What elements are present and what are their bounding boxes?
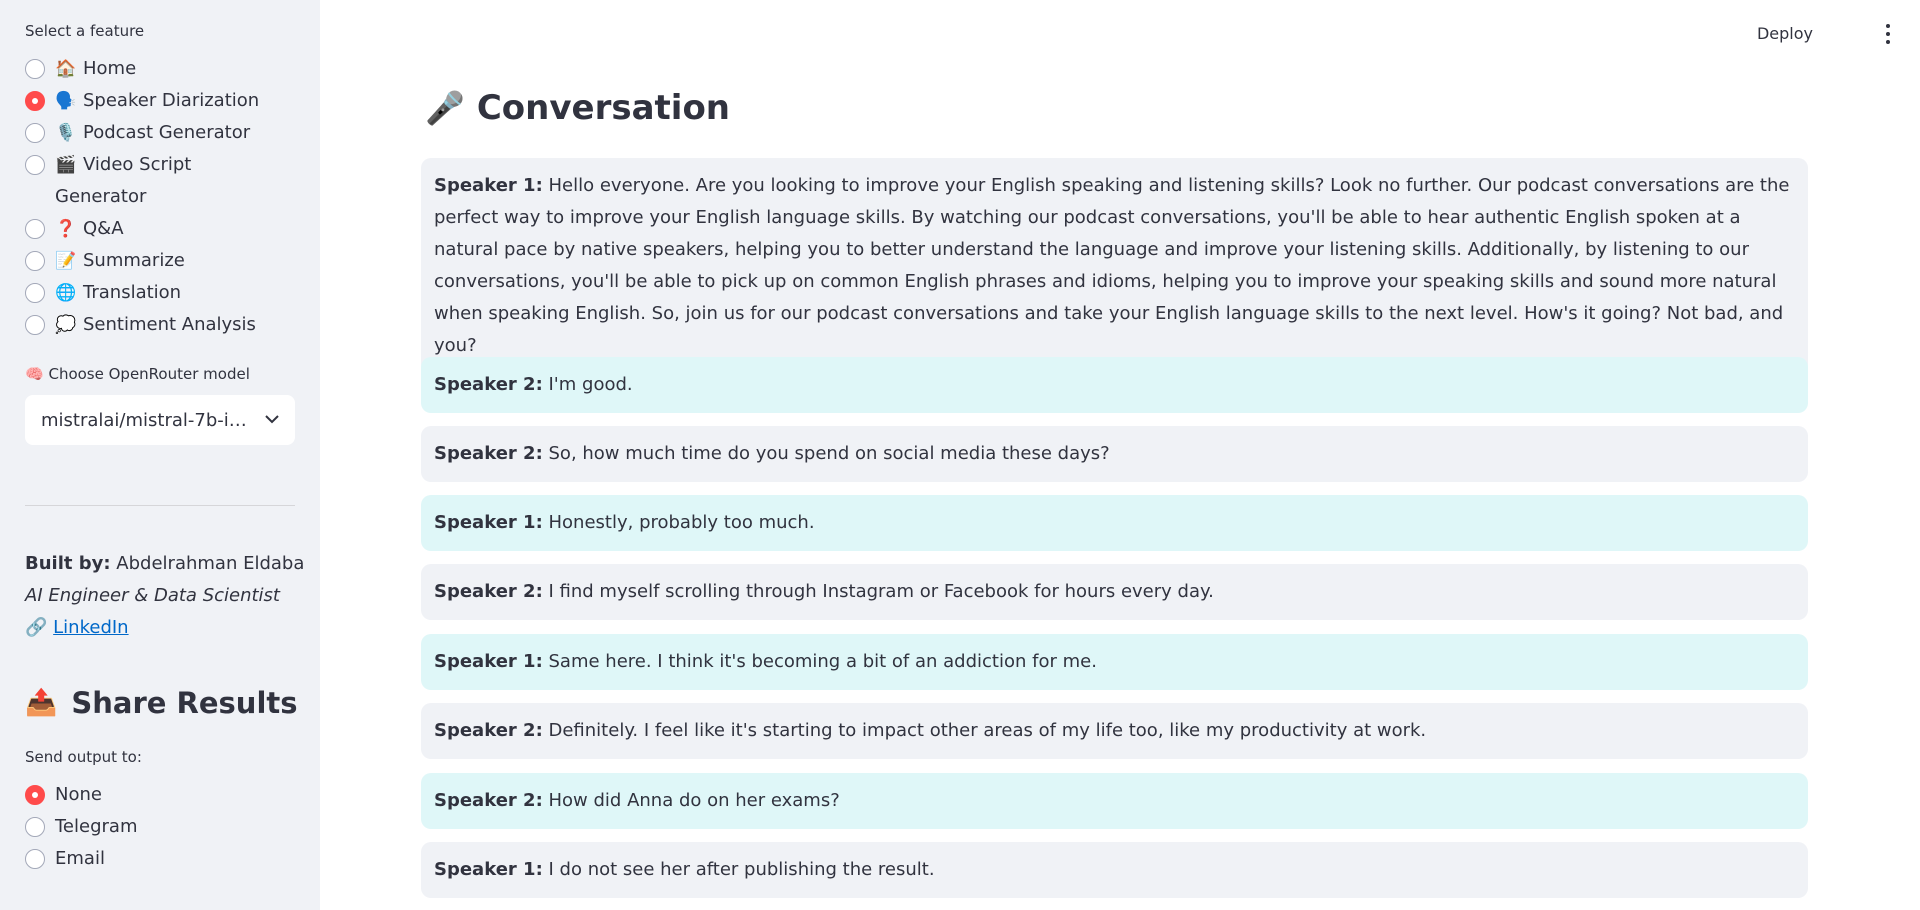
outbox-tray-icon: 📤 [25, 688, 58, 718]
feature-option-video-script-generator[interactable]: 🎬 Video Script Generator [25, 149, 225, 213]
microphone-icon: 🎙️ [55, 123, 77, 143]
feature-option-speaker-diarization[interactable]: 🗣️ Speaker Diarization [25, 85, 259, 117]
deploy-button[interactable]: Deploy [1757, 24, 1813, 43]
speaking-head-icon: 🗣️ [55, 91, 77, 111]
speaker-label: Speaker 1: [434, 859, 543, 880]
page-title: 🎤 Conversation [425, 88, 730, 128]
speaker-label: Speaker 2: [434, 374, 543, 395]
chevron-down-icon [265, 412, 279, 428]
message-text: How did Anna do on her exams? [548, 790, 840, 811]
speaker-label: Speaker 2: [434, 790, 543, 811]
brain-icon: 🧠 [25, 365, 44, 383]
radio-button[interactable] [25, 251, 45, 271]
radio-button[interactable] [25, 283, 45, 303]
sidebar-divider [25, 505, 295, 506]
feature-select-label: Select a feature [25, 22, 145, 40]
model-select[interactable]: mistralai/mistral-7b-i… [25, 395, 295, 445]
share-results-title: Share Results [71, 686, 298, 720]
message-bubble: Speaker 1: Honestly, probably too much. [421, 495, 1808, 551]
radio-button-selected[interactable] [25, 785, 45, 805]
message-bubble: Speaker 2: I'm good. [421, 357, 1808, 413]
feature-option-label: Q&A [83, 218, 124, 239]
message-text: Same here. I think it's becoming a bit o… [548, 651, 1097, 672]
radio-button-selected[interactable] [25, 91, 45, 111]
message-text: I do not see her after publishing the re… [548, 859, 935, 880]
message-bubble: Speaker 2: I find myself scrolling throu… [421, 564, 1808, 620]
radio-button[interactable] [25, 315, 45, 335]
model-select-value: mistralai/mistral-7b-i… [41, 409, 247, 431]
model-select-label: 🧠 Choose OpenRouter model [25, 365, 250, 383]
message-text: I'm good. [548, 374, 633, 395]
message-text: Honestly, probably too much. [548, 512, 815, 533]
message-bubble: Speaker 1: Hello everyone. Are you looki… [421, 158, 1808, 374]
more-menu-icon[interactable] [1878, 22, 1898, 46]
built-by-label: Built by: [25, 553, 111, 574]
send-option-none[interactable]: None [25, 779, 102, 811]
message-bubble: Speaker 2: So, how much time do you spen… [421, 426, 1808, 482]
radio-button[interactable] [25, 59, 45, 79]
send-option-telegram[interactable]: Telegram [25, 811, 137, 843]
clapper-board-icon: 🎬 [55, 155, 77, 175]
feature-option-label: Translation [83, 282, 182, 303]
message-text: So, how much time do you spend on social… [548, 443, 1110, 464]
radio-button[interactable] [25, 123, 45, 143]
question-mark-icon: ❓ [55, 219, 77, 239]
message-text: Definitely. I feel like it's starting to… [548, 720, 1427, 741]
page-title-text: Conversation [476, 88, 731, 128]
message-bubble: Speaker 1: Same here. I think it's becom… [421, 634, 1808, 690]
message-bubble: Speaker 2: Definitely. I feel like it's … [421, 703, 1808, 759]
house-icon: 🏠 [55, 59, 77, 79]
microphone-icon: 🎤 [425, 89, 465, 127]
feature-option-podcast-generator[interactable]: 🎙️ Podcast Generator [25, 117, 250, 149]
send-option-label: Email [55, 848, 105, 869]
author-name: Abdelrahman Eldaba [116, 553, 305, 574]
author-info: Built by: Abdelrahman Eldaba AI Engineer… [25, 548, 304, 644]
feature-option-label: Podcast Generator [83, 122, 251, 143]
speaker-label: Speaker 1: [434, 175, 543, 196]
send-option-email[interactable]: Email [25, 843, 105, 875]
message-bubble: Speaker 1: I do not see her after publis… [421, 842, 1808, 898]
radio-button[interactable] [25, 219, 45, 239]
share-results-heading: 📤 Share Results [25, 686, 298, 720]
message-bubble: Speaker 2: How did Anna do on her exams? [421, 773, 1808, 829]
linkedin-link[interactable]: LinkedIn [53, 617, 128, 638]
send-option-label: None [55, 784, 102, 805]
speaker-label: Speaker 1: [434, 512, 543, 533]
feature-option-summarize[interactable]: 📝 Summarize [25, 245, 185, 277]
radio-button[interactable] [25, 155, 45, 175]
message-text: Hello everyone. Are you looking to impro… [434, 175, 1790, 356]
feature-option-home[interactable]: 🏠 Home [25, 53, 136, 85]
speaker-label: Speaker 2: [434, 720, 543, 741]
feature-option-qa[interactable]: ❓ Q&A [25, 213, 124, 245]
sidebar: Select a feature 🏠 Home 🗣️ Speaker Diariza… [0, 0, 320, 910]
message-text: I find myself scrolling through Instagra… [548, 581, 1214, 602]
radio-button[interactable] [25, 849, 45, 869]
feature-option-translation[interactable]: 🌐 Translation [25, 277, 181, 309]
link-icon: 🔗 [25, 617, 48, 638]
thought-bubble-icon: 💭 [55, 315, 77, 335]
speaker-label: Speaker 2: [434, 581, 543, 602]
author-role: AI Engineer & Data Scientist [25, 585, 280, 606]
speaker-label: Speaker 2: [434, 443, 543, 464]
feature-option-label: Summarize [83, 250, 185, 271]
globe-icon: 🌐 [55, 283, 77, 303]
model-select-label-text: Choose OpenRouter model [48, 365, 250, 383]
feature-option-sentiment-analysis[interactable]: 💭 Sentiment Analysis [25, 309, 256, 341]
feature-option-label: Home [83, 58, 137, 79]
radio-button[interactable] [25, 817, 45, 837]
feature-option-label: Speaker Diarization [83, 90, 260, 111]
memo-icon: 📝 [55, 251, 77, 271]
send-output-label: Send output to: [25, 748, 142, 766]
send-option-label: Telegram [55, 816, 138, 837]
speaker-label: Speaker 1: [434, 651, 543, 672]
feature-option-label: Sentiment Analysis [83, 314, 256, 335]
